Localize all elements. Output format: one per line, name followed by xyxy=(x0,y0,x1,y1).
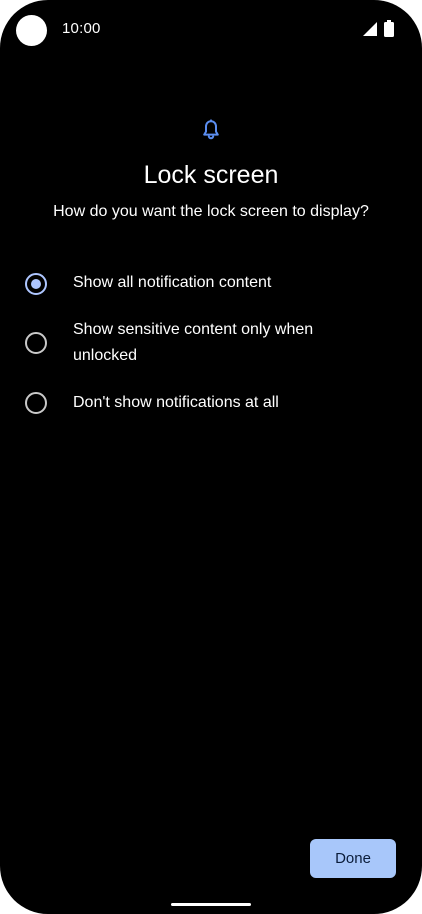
option-label: Show sensitive content only when unlocke… xyxy=(73,321,314,364)
option-label: Show all notification content xyxy=(73,274,272,291)
option-dont-show[interactable]: Don't show notifications at all xyxy=(0,390,422,420)
battery-icon xyxy=(384,20,394,37)
radio-button[interactable] xyxy=(25,332,47,354)
page-title: Lock screen xyxy=(143,161,279,189)
option-sensitive-when-unlocked[interactable]: Show sensitive content only when unlocke… xyxy=(0,317,422,371)
option-show-all[interactable]: Show all notification content xyxy=(0,270,422,300)
status-bar: 10:00 xyxy=(0,0,422,60)
bell-icon xyxy=(203,119,219,140)
status-time: 10:00 xyxy=(62,20,101,37)
camera-cutout xyxy=(16,15,47,46)
done-button[interactable]: Done xyxy=(310,839,396,878)
option-label: Don't show notifications at all xyxy=(73,394,279,411)
radio-selected-dot xyxy=(31,279,41,289)
navigation-handle[interactable] xyxy=(171,903,251,906)
signal-icon xyxy=(363,22,377,36)
radio-button-selected[interactable] xyxy=(25,273,47,295)
page-subtitle: How do you want the lock screen to displ… xyxy=(53,203,369,220)
phone-screen: 10:00 Lock screen How do you want the lo… xyxy=(0,0,422,914)
radio-button[interactable] xyxy=(25,392,47,414)
